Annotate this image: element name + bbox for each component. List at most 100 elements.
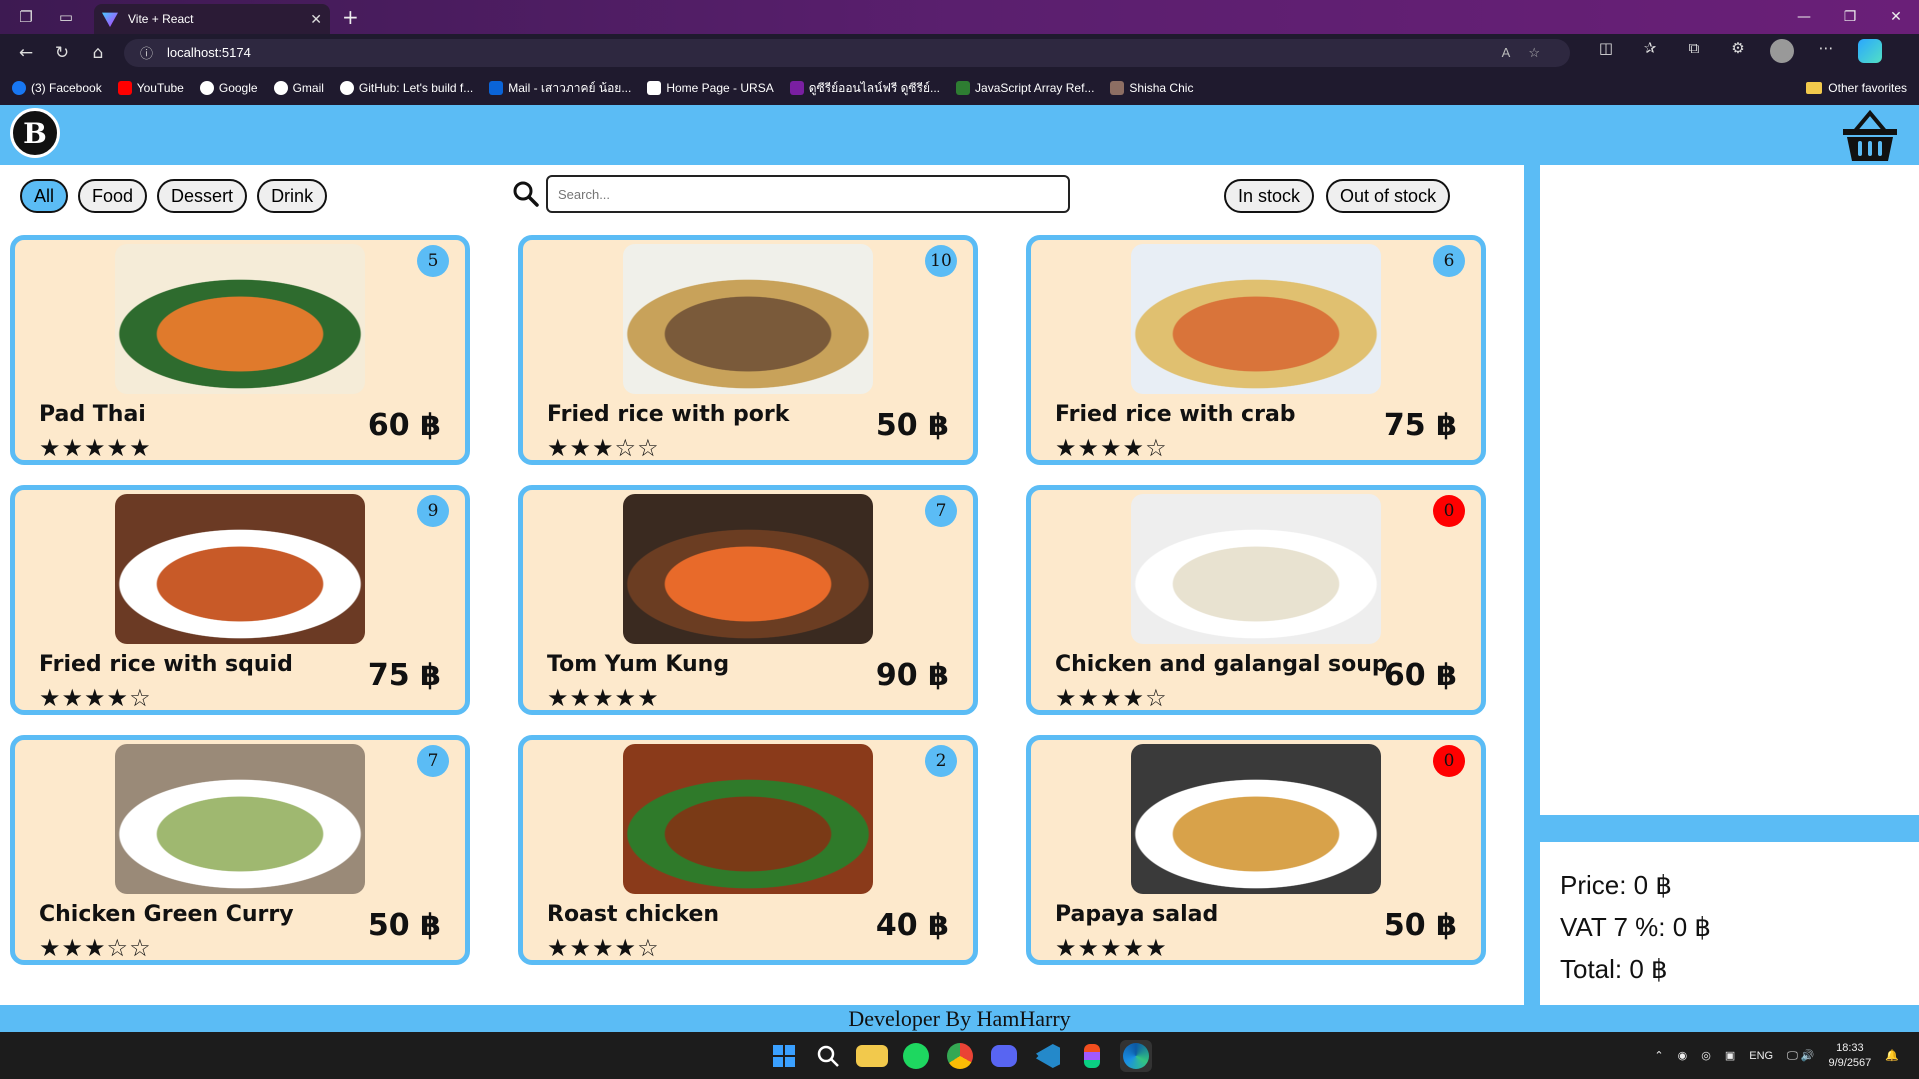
search-input[interactable] — [546, 175, 1070, 213]
folder-icon — [1806, 82, 1823, 94]
steam-tray-icon[interactable]: ◎ — [1701, 1049, 1711, 1062]
clock[interactable]: 18:33 9/9/2567 — [1828, 1041, 1871, 1071]
close-window-icon[interactable]: ✕ — [1873, 9, 1919, 25]
bookmark-youtube[interactable]: YouTube — [117, 81, 184, 95]
other-favorites[interactable]: Other favorites — [1806, 81, 1907, 95]
star-filled-icon: ★ — [614, 934, 638, 962]
chrome-icon[interactable] — [944, 1040, 976, 1072]
profile-icon[interactable] — [1760, 38, 1804, 67]
product-card[interactable]: 9 Fried rice with squid 75 ฿ ★★★★☆ — [10, 485, 470, 715]
gmail-icon — [273, 81, 288, 95]
search-taskbar-icon[interactable] — [812, 1040, 844, 1072]
favorites-icon[interactable]: ✰ — [1628, 39, 1672, 67]
tab-actions-icon[interactable]: ▭ — [52, 3, 80, 31]
windows-taskbar: ⌃ ◉ ◎ ▣ ENG 🖵 🔊 18:33 9/9/2567 🔔 — [0, 1032, 1919, 1079]
cart-price: Price: 0 ฿ — [1560, 870, 1672, 900]
stock-filters: In stock Out of stock — [1224, 179, 1451, 213]
filter-in-stock[interactable]: In stock — [1224, 179, 1315, 213]
collections-icon[interactable]: ⧉ — [1672, 39, 1716, 67]
star-filled-icon: ★ — [1122, 434, 1146, 462]
star-empty-icon: ☆ — [637, 434, 660, 462]
product-price: 90 ฿ — [875, 658, 949, 693]
product-card[interactable]: 7 Chicken Green Curry 50 ฿ ★★★☆☆ — [10, 735, 470, 965]
bookmark-series[interactable]: ดูซีรีย์ออนไลน์ฟรี ดูซีรีย์... — [789, 79, 940, 98]
filter-all[interactable]: All — [20, 179, 69, 213]
star-filled-icon: ★ — [547, 684, 570, 712]
spotify-icon[interactable] — [900, 1040, 932, 1072]
cart-summary: Price: 0 ฿ VAT 7 %: 0 ฿ Total: 0 ฿ — [1540, 842, 1919, 1005]
filter-drink[interactable]: Drink — [257, 179, 328, 213]
bookmark-ursa[interactable]: Home Page - URSA — [647, 81, 774, 95]
youtube-icon — [117, 81, 132, 95]
star-filled-icon: ★ — [1100, 684, 1123, 712]
star-empty-icon: ☆ — [1145, 684, 1168, 712]
browser-tab[interactable]: Vite + React ✕ — [94, 4, 330, 34]
filter-out-of-stock[interactable]: Out of stock — [1326, 179, 1451, 213]
file-explorer-icon[interactable] — [856, 1045, 888, 1067]
bookmark-google[interactable]: Google — [199, 81, 258, 95]
star-filled-icon: ★ — [106, 434, 130, 462]
address-toolbar: ← ↻ ⌂ ⓘ localhost:5174 A☆ ◫ ✰ ⧉ ⚙ ⋯ — [0, 34, 1919, 71]
filter-food[interactable]: Food — [78, 179, 148, 213]
copilot-icon[interactable] — [1848, 38, 1892, 67]
chevron-up-icon[interactable]: ⌃ — [1654, 1049, 1663, 1062]
minimize-icon[interactable]: — — [1781, 9, 1827, 25]
figma-icon[interactable] — [1076, 1040, 1108, 1072]
product-area: All Food Dessert Drink In stock Out of s… — [0, 165, 1524, 1005]
language-indicator[interactable]: ENG — [1749, 1050, 1773, 1062]
star-empty-icon: ☆ — [614, 434, 638, 462]
home-icon[interactable]: ⌂ — [80, 43, 116, 63]
bookmark-shisha[interactable]: Shisha Chic — [1110, 81, 1193, 95]
star-filled-icon: ★ — [569, 684, 593, 712]
star-filled-icon: ★ — [592, 434, 615, 462]
star-empty-icon: ☆ — [129, 934, 152, 962]
bookmark-facebook[interactable]: (3) Facebook — [12, 81, 102, 95]
split-screen-icon[interactable]: ◫ — [1584, 39, 1628, 67]
extensions-icon[interactable]: ⚙ — [1716, 39, 1760, 67]
product-card[interactable]: 2 Roast chicken 40 ฿ ★★★★☆ — [518, 735, 978, 965]
new-tab-icon[interactable]: + — [342, 5, 359, 29]
basket-icon[interactable] — [1841, 109, 1899, 163]
star-filled-icon: ★ — [61, 434, 85, 462]
refresh-icon[interactable]: ↻ — [44, 43, 80, 63]
filter-dessert[interactable]: Dessert — [157, 179, 248, 213]
product-card[interactable]: 0 Papaya salad 50 ฿ ★★★★★ — [1026, 735, 1486, 965]
product-image — [1131, 244, 1381, 394]
product-card[interactable]: 6 Fried rice with crab 75 ฿ ★★★★☆ — [1026, 235, 1486, 465]
more-icon[interactable]: ⋯ — [1804, 39, 1848, 67]
star-filled-icon: ★ — [1122, 934, 1146, 962]
close-tab-icon[interactable]: ✕ — [310, 11, 322, 28]
read-aloud-favorite-icons[interactable]: A☆ — [1502, 45, 1558, 61]
vscode-icon[interactable] — [1032, 1040, 1064, 1072]
rating-stars: ★★★☆☆ — [547, 434, 660, 462]
stock-count-badge: 9 — [417, 495, 449, 527]
site-info-icon[interactable]: ⓘ — [140, 43, 153, 62]
star-filled-icon: ★ — [84, 934, 107, 962]
product-price: 75 ฿ — [367, 658, 441, 693]
restore-icon[interactable]: ❐ — [1827, 9, 1873, 25]
notification-bell-icon[interactable]: 🔔 — [1885, 1049, 1899, 1062]
edge-icon[interactable] — [1120, 1040, 1152, 1072]
star-filled-icon: ★ — [1055, 934, 1078, 962]
product-card[interactable]: 7 Tom Yum Kung 90 ฿ ★★★★★ — [518, 485, 978, 715]
product-card[interactable]: 5 Pad Thai 60 ฿ ★★★★★ — [10, 235, 470, 465]
product-image — [623, 494, 873, 644]
bookmark-github[interactable]: GitHub: Let's build f... — [339, 81, 473, 95]
bookmark-mail[interactable]: Mail - เสาวภาคย์ น้อย... — [489, 79, 631, 98]
address-bar[interactable]: ⓘ localhost:5174 A☆ — [124, 38, 1570, 67]
star-filled-icon: ★ — [592, 684, 615, 712]
brand-logo[interactable]: B — [10, 108, 60, 158]
discord-icon[interactable] — [988, 1040, 1020, 1072]
bookmark-gmail[interactable]: Gmail — [273, 81, 324, 95]
workspaces-icon[interactable]: ❐ — [12, 3, 40, 31]
discord-tray-icon[interactable]: ◉ — [1678, 1049, 1688, 1062]
star-filled-icon: ★ — [1145, 934, 1168, 962]
product-card[interactable]: 0 Chicken and galangal soup 60 ฿ ★★★★☆ — [1026, 485, 1486, 715]
back-icon[interactable]: ← — [8, 43, 44, 63]
start-icon[interactable] — [768, 1040, 800, 1072]
cart-vat: VAT 7 %: 0 ฿ — [1560, 912, 1711, 942]
network-volume-icon[interactable]: 🖵 🔊 — [1787, 1049, 1814, 1063]
product-card[interactable]: 10 Fried rice with pork 50 ฿ ★★★☆☆ — [518, 235, 978, 465]
display-tray-icon[interactable]: ▣ — [1725, 1049, 1735, 1062]
bookmark-js-array[interactable]: JavaScript Array Ref... — [956, 81, 1094, 95]
